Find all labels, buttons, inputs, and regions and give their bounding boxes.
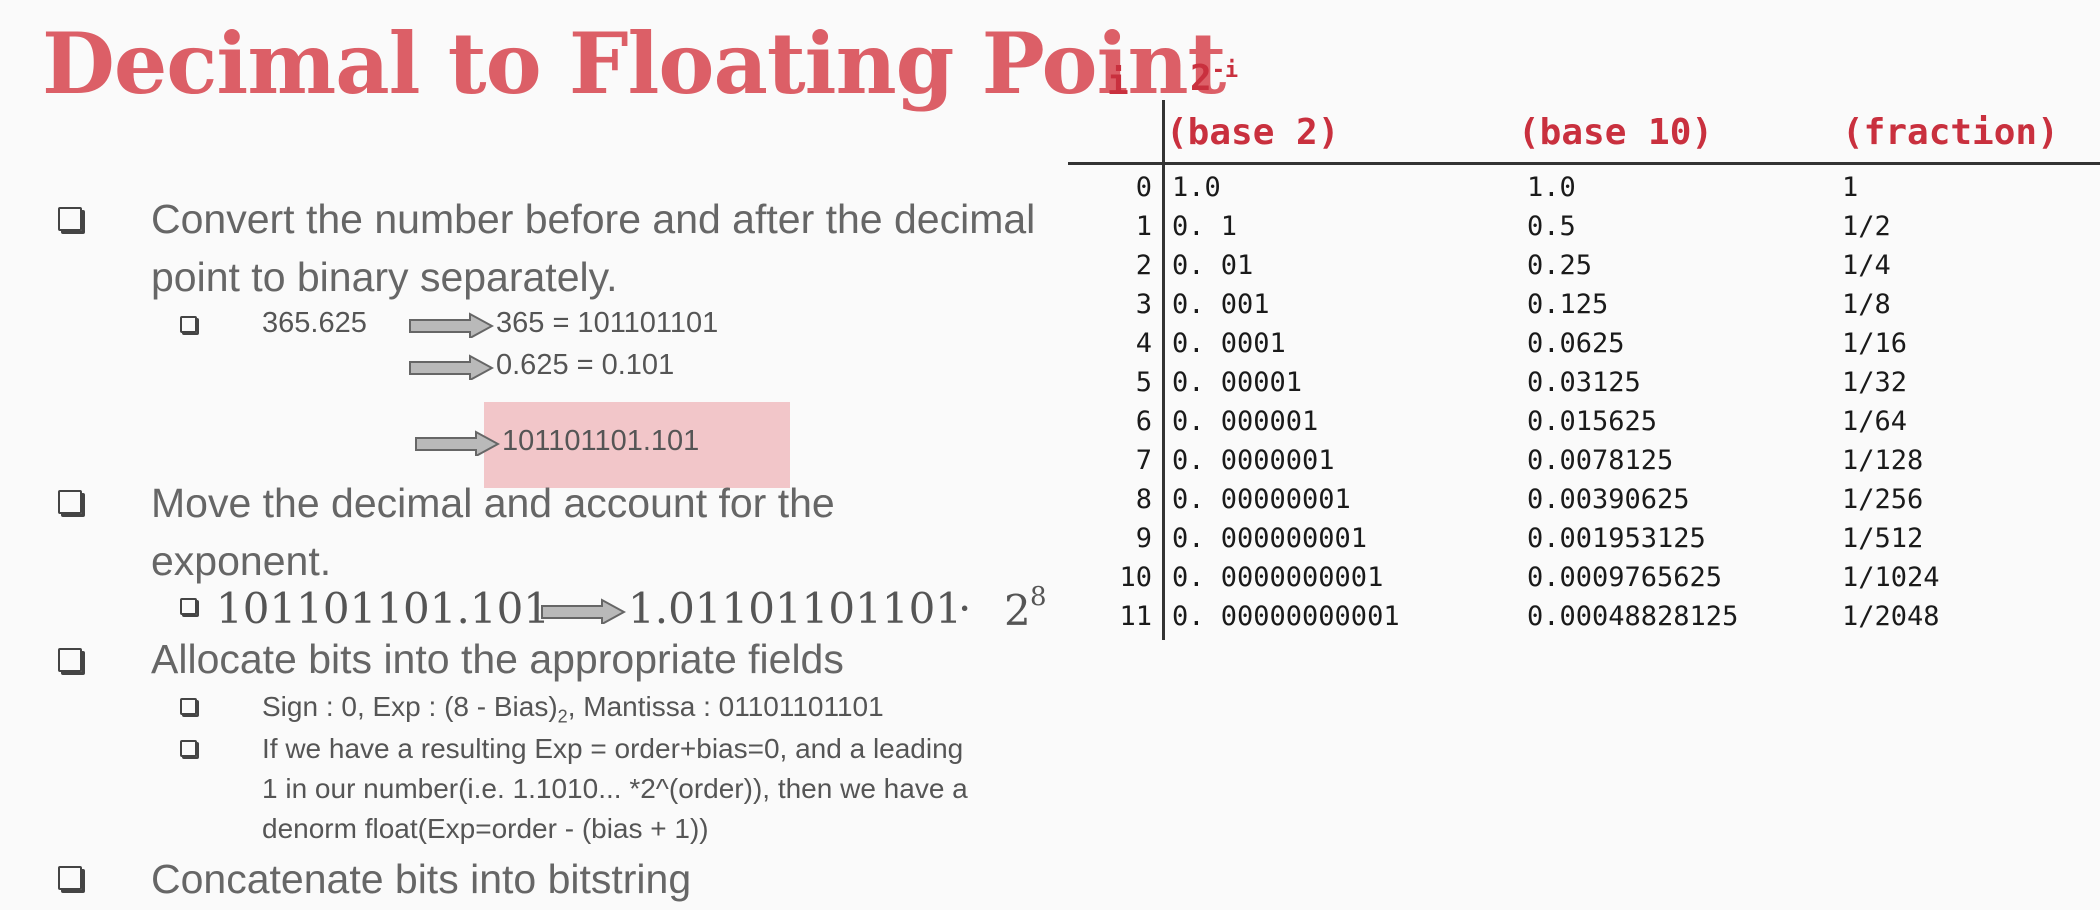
col-header-base2: (base 2)	[1166, 112, 1340, 153]
exponent-from: 101101101.101	[216, 584, 551, 633]
cell-base10: 0.015625	[1527, 406, 1658, 437]
row-index: 5	[1135, 367, 1152, 398]
arrow-right-icon	[415, 430, 500, 456]
exponent-power: 8	[1030, 582, 1047, 612]
exponent-base: 2	[1004, 586, 1031, 635]
sub-bullet-icon	[180, 698, 197, 715]
cell-base10: 0.25	[1527, 250, 1593, 281]
col-header-fraction: (fraction)	[1842, 112, 2059, 153]
cell-base2: 0. 0000001	[1172, 445, 1335, 476]
row-index: 2	[1135, 250, 1152, 281]
conversion-input: 365.625	[262, 307, 367, 339]
table-horizontal-rule	[1068, 162, 2100, 165]
cell-base10: 0.5	[1527, 211, 1576, 242]
fields-mantissa: , Mantissa : 01101101101	[567, 691, 884, 722]
denorm-line-3: denorm float(Exp=order - (bias + 1))	[262, 813, 709, 844]
cell-base2: 1.0	[1172, 172, 1221, 203]
row-index: 10	[1119, 562, 1152, 593]
cell-base2: 0. 00000000001	[1172, 601, 1400, 632]
bullet-box-icon	[58, 866, 82, 890]
bullet-box-icon	[58, 648, 82, 672]
row-index: 4	[1135, 328, 1152, 359]
bullet-allocate: Allocate bits into the appropriate field…	[151, 636, 844, 682]
bullet-concatenate: Concatenate bits into bitstring	[151, 856, 692, 902]
denorm-line-2: 1 in our number(i.e. 1.1010... *2^(order…	[262, 773, 968, 804]
cell-fraction: 1	[1842, 172, 1859, 203]
cell-base10: 0.0078125	[1527, 445, 1674, 476]
cell-base10: 0.00390625	[1527, 484, 1690, 515]
row-index: 7	[1135, 445, 1152, 476]
cell-fraction: 1/1024	[1842, 562, 1940, 593]
cell-base2: 0. 01	[1172, 250, 1254, 281]
cell-base2: 0. 000000001	[1172, 523, 1368, 554]
col-header-base10: (base 10)	[1518, 112, 1714, 153]
exponent-to: 1.01101101101	[628, 584, 963, 633]
sub-bullet-icon	[180, 740, 197, 757]
arrow-right-icon	[409, 312, 494, 338]
sub-bullet-icon	[180, 316, 197, 333]
cell-base10: 0.125	[1527, 289, 1609, 320]
conversion-integer: 365 = 101101101	[496, 307, 719, 339]
cell-fraction: 1/2048	[1842, 601, 1940, 632]
row-index: 11	[1119, 601, 1152, 632]
cell-base10: 0.03125	[1527, 367, 1641, 398]
arrow-right-icon	[541, 598, 626, 624]
cell-base10: 1.0	[1527, 172, 1576, 203]
cell-fraction: 1/64	[1842, 406, 1908, 437]
cell-base2: 0. 0001	[1172, 328, 1286, 359]
cell-base10: 0.0625	[1527, 328, 1625, 359]
bullet-box-icon	[58, 207, 82, 231]
fields-exp-subscript: 2	[557, 706, 568, 727]
bullet-move-decimal: Move the decimal and account for the exp…	[151, 480, 835, 584]
cell-base2: 0. 0000000001	[1172, 562, 1384, 593]
bullet-convert: Convert the number before and after the …	[151, 196, 1036, 300]
row-index: 9	[1135, 523, 1152, 554]
cell-base10: 0.00048828125	[1527, 601, 1739, 632]
cell-fraction: 1/4	[1842, 250, 1891, 281]
fields-sign-exp: Sign : 0, Exp : (8 - Bias)	[262, 691, 558, 722]
cell-base2: 0. 00000001	[1172, 484, 1351, 515]
cell-fraction: 1/256	[1842, 484, 1924, 515]
conversion-result: 101101101.101	[502, 425, 700, 457]
denorm-line-1: If we have a resulting Exp = order+bias=…	[262, 733, 964, 764]
row-index: 1	[1135, 211, 1152, 242]
header-i: i	[1107, 62, 1129, 103]
header-two-base: 2	[1190, 58, 1212, 99]
sub-bullet-icon	[180, 598, 197, 615]
cell-base2: 0. 000001	[1172, 406, 1319, 437]
row-index: 8	[1135, 484, 1152, 515]
header-two-exp: -i	[1211, 58, 1239, 83]
cell-fraction: 1/128	[1842, 445, 1924, 476]
cell-fraction: 1/2	[1842, 211, 1891, 242]
cell-fraction: 1/8	[1842, 289, 1891, 320]
conversion-fraction: 0.625 = 0.101	[496, 349, 675, 381]
cell-base10: 0.001953125	[1527, 523, 1706, 554]
cell-fraction: 1/16	[1842, 328, 1908, 359]
cell-base2: 0. 1	[1172, 211, 1238, 242]
row-index: 6	[1135, 406, 1152, 437]
cell-base2: 0. 00001	[1172, 367, 1303, 398]
cell-base2: 0. 001	[1172, 289, 1270, 320]
cell-base10: 0.0009765625	[1527, 562, 1723, 593]
arrow-right-icon	[409, 354, 494, 380]
cell-fraction: 1/32	[1842, 367, 1908, 398]
header-two: 2-i	[1190, 58, 1238, 99]
cell-fraction: 1/512	[1842, 523, 1924, 554]
row-index: 3	[1135, 289, 1152, 320]
multiply-dot: ·	[958, 584, 972, 633]
row-index: 0	[1135, 172, 1152, 203]
bullet-box-icon	[58, 490, 82, 514]
slide-title: Decimal to Floating Point	[42, 14, 1226, 113]
table-vertical-rule	[1162, 100, 1165, 640]
